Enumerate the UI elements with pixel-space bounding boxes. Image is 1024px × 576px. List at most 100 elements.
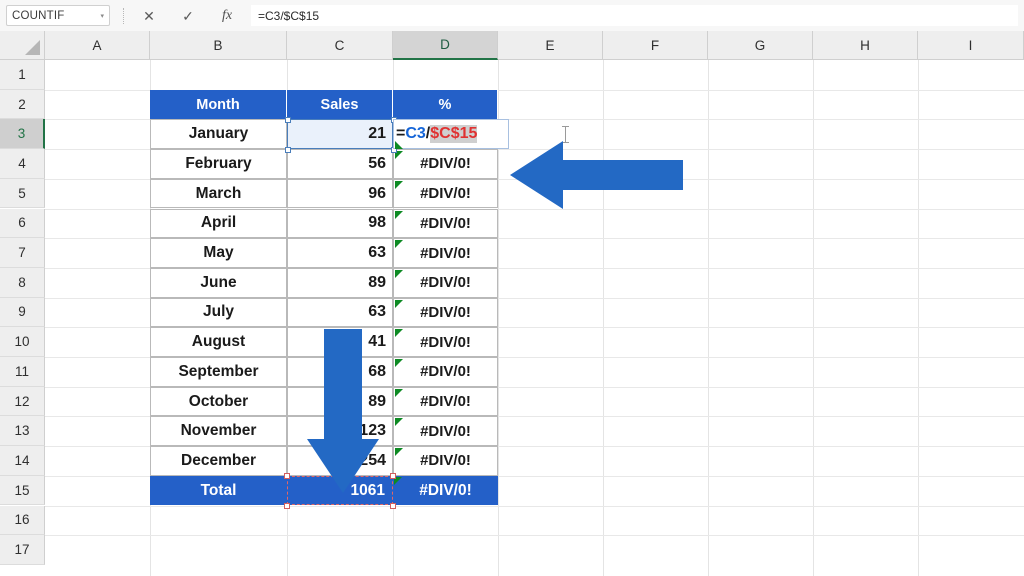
month-cell[interactable]: January <box>150 119 287 149</box>
column-header-b[interactable]: B <box>150 31 287 60</box>
sales-cell[interactable]: 63 <box>287 238 393 268</box>
formula-input[interactable]: =C3/$C$15 <box>251 5 1018 26</box>
percent-cell[interactable]: #DIV/0! <box>393 416 498 446</box>
row-header-6[interactable]: 6 <box>0 209 45 239</box>
percent-cell-value: #DIV/0! <box>420 393 471 410</box>
name-box[interactable]: COUNTIF ▾ <box>6 5 110 26</box>
cell-area[interactable]: MonthSales% January21 #DIV/0! February56 #DI… <box>45 60 1024 576</box>
sales-cell[interactable]: 63 <box>287 298 393 328</box>
row-header-4[interactable]: 4 <box>0 149 45 179</box>
percent-cell[interactable]: #DIV/0! <box>393 357 498 387</box>
column-header-e[interactable]: E <box>498 31 603 60</box>
month-cell[interactable]: November <box>150 416 287 446</box>
row-header-15[interactable]: 15 <box>0 476 45 506</box>
gridline-vertical <box>708 60 709 576</box>
reference-handle[interactable] <box>285 117 291 123</box>
gridline-vertical <box>918 60 919 576</box>
percent-cell[interactable]: #DIV/0! <box>393 209 498 239</box>
sales-cell[interactable]: 98 <box>287 209 393 239</box>
sales-cell[interactable]: 21 <box>287 119 393 149</box>
row-header-13[interactable]: 13 <box>0 416 45 446</box>
check-icon[interactable]: ✓ <box>180 7 196 25</box>
reference-handle[interactable] <box>390 473 396 479</box>
percent-cell[interactable]: #DIV/0! <box>393 149 498 179</box>
percent-cell-value: #DIV/0! <box>420 215 471 232</box>
table-header-cell[interactable]: Month <box>150 90 287 120</box>
callout-arrow-pointing-to-total <box>303 327 383 497</box>
gridline-horizontal <box>45 506 1024 507</box>
sales-cell[interactable]: 56 <box>287 149 393 179</box>
row-header-16[interactable]: 16 <box>0 506 45 536</box>
column-header-i[interactable]: I <box>918 31 1024 60</box>
month-cell[interactable]: May <box>150 238 287 268</box>
percent-cell-value: #DIV/0! <box>420 304 471 321</box>
month-cell[interactable]: July <box>150 298 287 328</box>
error-triangle-icon <box>395 359 403 367</box>
month-cell[interactable]: October <box>150 387 287 417</box>
error-triangle-icon <box>395 270 403 278</box>
month-cell[interactable]: February <box>150 149 287 179</box>
percent-cell[interactable]: #DIV/0! <box>393 268 498 298</box>
select-all-corner[interactable] <box>0 31 45 60</box>
total-percent-value: #DIV/0! <box>419 482 472 500</box>
percent-cell[interactable]: #DIV/0! <box>393 387 498 417</box>
row-header-3[interactable]: 3 <box>0 119 45 149</box>
row-header-1[interactable]: 1 <box>0 60 45 90</box>
row-header-8[interactable]: 8 <box>0 268 45 298</box>
percent-cell-value: #DIV/0! <box>420 185 471 202</box>
percent-cell[interactable]: #DIV/0! <box>393 327 498 357</box>
percent-cell-value: #DIV/0! <box>420 155 471 172</box>
insert-function-icon[interactable]: fx <box>219 7 235 25</box>
reference-handle[interactable] <box>285 147 291 153</box>
column-header-a[interactable]: A <box>45 31 150 60</box>
table-header-cell[interactable]: % <box>393 90 498 120</box>
total-percent-cell[interactable]: #DIV/0! <box>393 476 498 506</box>
reference-handle[interactable] <box>284 473 290 479</box>
gridline-vertical <box>813 60 814 576</box>
formula-bar-buttons: ✕ ✓ fx <box>141 7 235 25</box>
row-header-11[interactable]: 11 <box>0 357 45 387</box>
cell-editor-d3[interactable]: =C3/$C$15 <box>393 119 509 149</box>
formula-token-absolute-reference: $C$15 <box>430 125 477 143</box>
month-cell[interactable]: April <box>150 209 287 239</box>
reference-handle[interactable] <box>284 503 290 509</box>
error-triangle-icon <box>395 181 403 189</box>
sales-cell[interactable]: 96 <box>287 179 393 209</box>
column-header-d[interactable]: D <box>393 31 498 60</box>
error-triangle-icon <box>395 240 403 248</box>
cancel-icon[interactable]: ✕ <box>141 7 157 25</box>
error-triangle-icon <box>395 300 403 308</box>
percent-cell-value: #DIV/0! <box>420 363 471 380</box>
row-header-12[interactable]: 12 <box>0 387 45 417</box>
error-triangle-icon <box>395 418 403 426</box>
month-cell[interactable]: March <box>150 179 287 209</box>
row-header-17[interactable]: 17 <box>0 535 45 565</box>
month-cell[interactable]: September <box>150 357 287 387</box>
month-cell[interactable]: December <box>150 446 287 476</box>
row-header-9[interactable]: 9 <box>0 298 45 328</box>
sales-cell[interactable]: 89 <box>287 268 393 298</box>
excel-window: COUNTIF ▾ ✕ ✓ fx =C3/$C$15 ABCDEFGHI 123… <box>0 0 1024 576</box>
column-header-g[interactable]: G <box>708 31 813 60</box>
chevron-down-icon[interactable]: ▾ <box>100 13 104 20</box>
percent-cell[interactable]: #DIV/0! <box>393 238 498 268</box>
month-cell[interactable]: June <box>150 268 287 298</box>
reference-handle[interactable] <box>390 503 396 509</box>
total-label-cell[interactable]: Total <box>150 476 287 506</box>
month-cell[interactable]: August <box>150 327 287 357</box>
column-header-h[interactable]: H <box>813 31 918 60</box>
percent-cell[interactable]: #DIV/0! <box>393 298 498 328</box>
percent-cell[interactable]: #DIV/0! <box>393 179 498 209</box>
callout-arrow-pointing-to-formula <box>505 139 685 211</box>
row-header-2[interactable]: 2 <box>0 90 45 120</box>
percent-cell[interactable]: #DIV/0! <box>393 446 498 476</box>
error-triangle-icon <box>395 448 403 456</box>
row-header-5[interactable]: 5 <box>0 179 45 209</box>
column-header-c[interactable]: C <box>287 31 393 60</box>
row-header-10[interactable]: 10 <box>0 327 45 357</box>
percent-cell-value: #DIV/0! <box>420 274 471 291</box>
column-header-f[interactable]: F <box>603 31 708 60</box>
row-header-7[interactable]: 7 <box>0 238 45 268</box>
row-header-14[interactable]: 14 <box>0 446 45 476</box>
table-header-cell[interactable]: Sales <box>287 90 393 120</box>
